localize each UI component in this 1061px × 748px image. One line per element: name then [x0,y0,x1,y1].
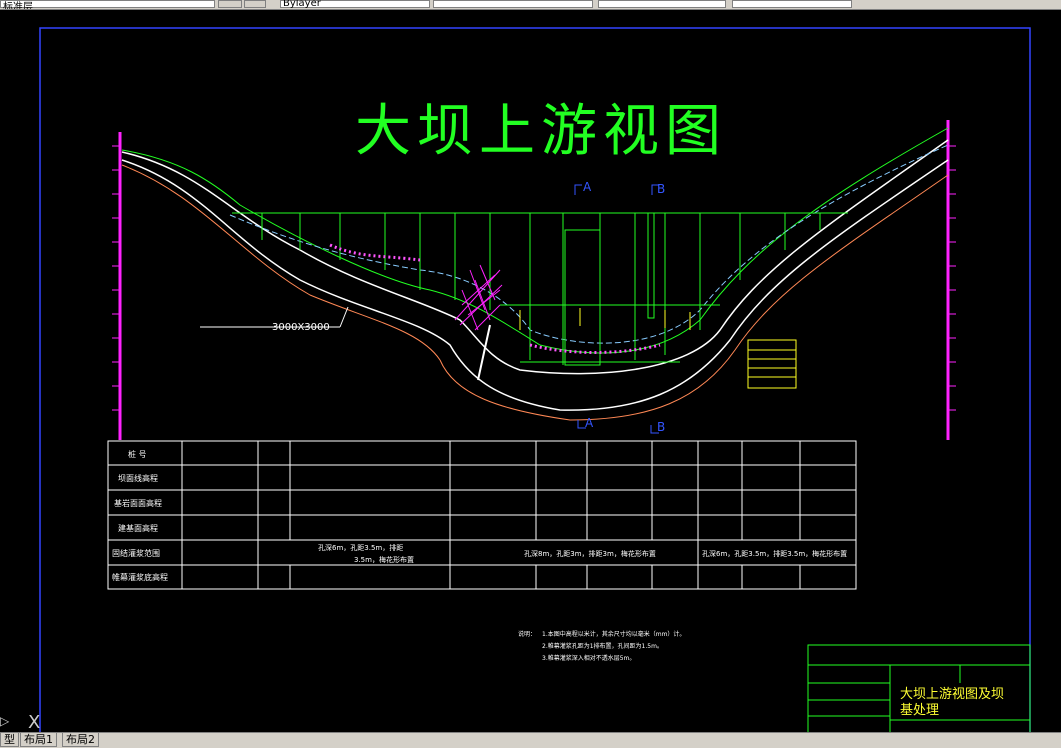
layer-value: 标准层 [3,2,33,10]
row-header-surface: 坝面线高程 [118,473,158,483]
row-header-consolidation: 固结灌浆范围 [112,548,160,558]
bedrock-line [121,159,949,411]
ground-line [121,139,949,375]
lineweight-dropdown[interactable] [598,0,726,8]
grout-curtain [454,264,503,331]
section-b-top: B [657,182,665,196]
ucs-x-label: X [28,712,41,733]
tab-layout2[interactable]: 布局2 [62,733,99,747]
weathering-line [229,144,949,344]
layer-state-icon[interactable] [218,0,242,8]
title-block-line-1: 大坝上游视图及坝 [900,687,1005,702]
legend [747,339,797,389]
properties-toolbar: 标准层 Bylayer [0,0,1061,10]
color-value: Bylayer [283,0,321,9]
dam-body [232,212,848,366]
drawing-title: 大坝上游视图 [355,99,727,164]
notes-line-1: 1.本图中高程以米计，其余尺寸均以毫米（mm）计。 [542,630,685,638]
section-b-bottom: B [657,420,665,434]
linetype-dropdown[interactable] [433,0,593,8]
grout-note-left-2: 3.5m，梅花形布置 [354,555,414,564]
model-space-canvas[interactable]: A B A B 3000X3000 桩 号 坝面线高程 基岩面面高程 建基面高程… [0,10,1061,733]
section-a-top: A [583,180,592,194]
layer-prev-icon[interactable] [244,0,266,8]
grout-note-middle: 孔深8m，孔距3m，排距3m，梅花形布置 [524,549,656,558]
row-header-station: 桩 号 [128,449,147,459]
plotstyle-dropdown[interactable] [732,0,852,8]
title-block-line-2: 基处理 [900,703,940,718]
title-block-name: 大坝上游视图及坝 基处理 [900,687,1004,719]
row-header-curtain: 帷幕灌浆底高程 [112,572,168,582]
row-header-bedrock: 基岩面面高程 [114,498,162,508]
notes-label: 说明： [518,630,536,638]
section-a-bottom: A [585,416,594,430]
grout-note-right: 孔深6m，孔距3.5m，排距3.5m，梅花形布置 [702,549,847,558]
notes: 说明： 1.本图中高程以米计，其余尺寸均以毫米（mm）计。 2.帷幕灌浆孔距为1… [518,630,685,662]
culvert-label: 3000X3000 [272,322,330,333]
data-table [107,440,857,590]
grout-note-left-1: 孔深6m，孔距3.5m，排距 [318,543,403,552]
notes-line-2: 2.帷幕灌浆孔距为1排布置，孔间距为1.5m。 [542,642,663,650]
tab-layout1[interactable]: 布局1 [20,733,57,747]
layout-tab-bar: 型 布局1 布局2 [0,732,1061,748]
layer-dropdown[interactable]: 标准层 [0,0,215,10]
elevation-scales [118,120,950,440]
tab-model[interactable]: 型 [0,733,19,747]
color-dropdown[interactable]: Bylayer [280,0,430,9]
notes-line-3: 3.帷幕灌浆深入相对不透水层5m。 [542,654,635,662]
row-header-foundation: 建基面高程 [118,523,158,533]
